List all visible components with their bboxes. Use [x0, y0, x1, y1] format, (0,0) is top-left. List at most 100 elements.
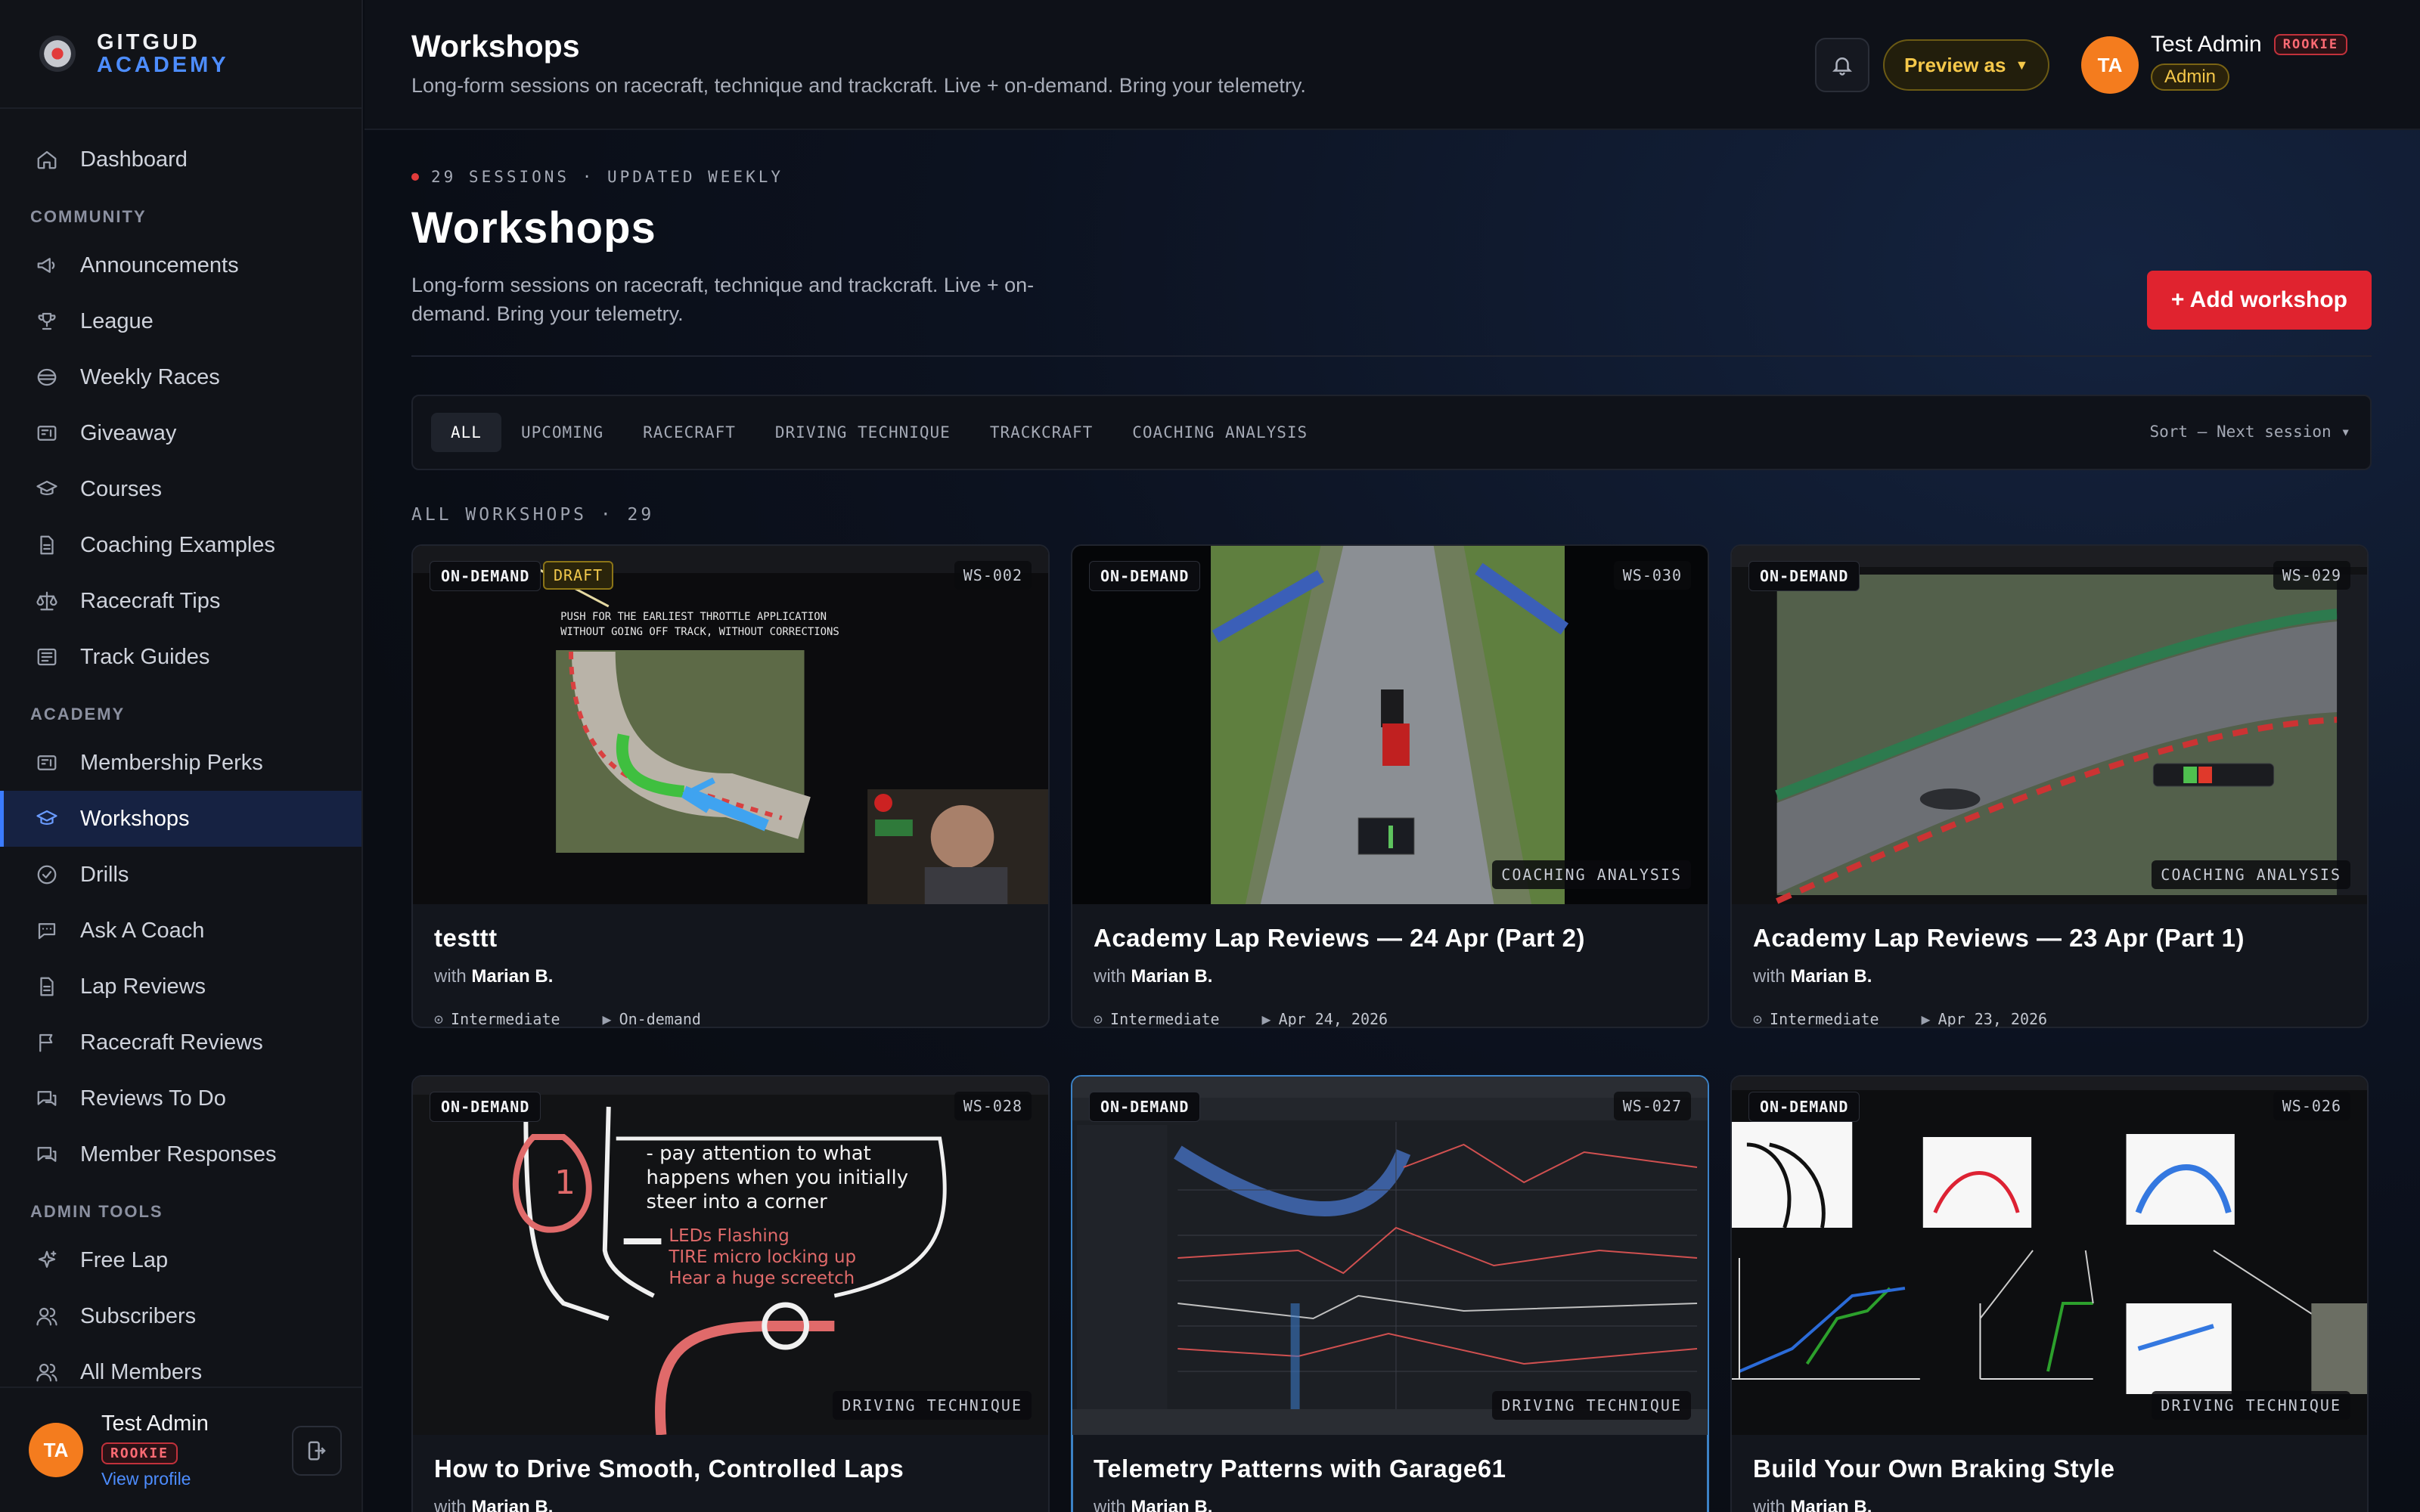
workshop-card[interactable]: ON-DEMAND WS-026 DRIVING TECHNIQUE Build Yo… [1730, 1075, 2369, 1512]
newspaper-icon [37, 648, 57, 666]
check-circle-icon [37, 865, 57, 885]
category-badge: COACHING ANALYSIS [1492, 860, 1691, 889]
disc-icon [37, 368, 57, 386]
workshop-title[interactable]: testtt [434, 924, 1027, 953]
top-bar: Workshops Long-form sessions on racecraf… [365, 0, 2420, 130]
preview-as-dropdown[interactable]: Preview as ▼ [1883, 39, 2050, 91]
host-name: Marian B. [1131, 1497, 1213, 1512]
sidebar-item-member-responses[interactable]: Member Responses [0, 1126, 361, 1182]
thumbnail-image: PUSH FOR THE EARLIEST THROTTLE APPLICATI… [413, 546, 1048, 904]
sidebar-item-racecraft-tips[interactable]: Racecraft Tips [0, 573, 361, 629]
brand[interactable]: GITGUD ACADEMY [0, 0, 361, 109]
workshop-thumbnail[interactable]: ON-DEMAND WS-030 COACHING ANALYSIS [1072, 546, 1708, 904]
section-label: ALL WORKSHOPS · 29 [411, 505, 655, 525]
thumbnail-image [1732, 1077, 2367, 1435]
filter-chip-driving-technique[interactable]: DRIVING TECHNIQUE [755, 413, 970, 452]
page-header-title: Workshops [411, 29, 580, 64]
filter-chip-upcoming[interactable]: UPCOMING [501, 413, 623, 452]
thumbnail-image [1732, 546, 2367, 904]
level-icon: ⊙ [1753, 1010, 1763, 1028]
workshop-thumbnail[interactable]: PUSH FOR THE EARLIEST THROTTLE APPLICATI… [413, 546, 1048, 904]
avatar[interactable]: TA [29, 1423, 83, 1477]
workshop-card[interactable]: 1 - pay attention to what happens when y… [411, 1075, 1050, 1512]
workshop-thumbnail[interactable]: ON-DEMAND WS-029 COACHING ANALYSIS [1732, 546, 2367, 904]
add-workshop-button[interactable]: + Add workshop [2146, 271, 2372, 330]
live-dot-icon [411, 173, 419, 181]
host-name: Marian B. [1131, 966, 1213, 987]
workshop-title[interactable]: Telemetry Patterns with Garage61 [1094, 1455, 1686, 1483]
category-badge: DRIVING TECHNIQUE [2152, 1391, 2350, 1420]
sidebar-item-reviews-to-do[interactable]: Reviews To Do [0, 1070, 361, 1126]
sessions-kicker: 29 SESSIONS · UPDATED WEEKLY [411, 168, 783, 186]
sidebar-item-dashboard[interactable]: Dashboard [0, 132, 361, 187]
svg-text:PUSH FOR THE EARLIEST THROTTLE: PUSH FOR THE EARLIEST THROTTLE APPLICATI… [560, 611, 827, 623]
trophy-icon [38, 312, 56, 330]
sidebar-item-workshops[interactable]: Workshops [0, 791, 361, 847]
header-user[interactable]: Test Admin ROOKIE Admin [2151, 32, 2348, 91]
workshop-thumbnail[interactable]: ON-DEMAND WS-027 DRIVING TECHNIQUE [1072, 1077, 1708, 1435]
sidebar-item-label: Weekly Races [80, 364, 220, 389]
workshop-code: WS-030 [1613, 561, 1691, 590]
sidebar-item-membership-perks[interactable]: Membership Perks [0, 735, 361, 791]
logout-icon [308, 1441, 326, 1461]
ticket-icon [37, 755, 57, 770]
workshop-card[interactable]: ON-DEMAND WS-027 DRIVING TECHNIQUE Telemetr… [1071, 1075, 1709, 1512]
header-user-name: Test Admin [2151, 32, 2262, 57]
workshop-title[interactable]: Build Your Own Braking Style [1753, 1455, 2346, 1483]
workshop-card[interactable]: ON-DEMAND WS-029 COACHING ANALYSIS Academy … [1730, 544, 2369, 1028]
level-label: Intermediate [1770, 1010, 1879, 1028]
mode-badge: ON-DEMAND [1748, 561, 1860, 591]
sidebar-item-courses[interactable]: Courses [0, 461, 361, 517]
messages-icon [37, 1091, 57, 1106]
sidebar-item-ask-a-coach[interactable]: Ask A Coach [0, 903, 361, 959]
filter-chip-trackcraft[interactable]: TRACKCRAFT [970, 413, 1112, 452]
category-badge: COACHING ANALYSIS [2152, 860, 2350, 889]
sidebar-item-label: Subscribers [80, 1303, 197, 1328]
sidebar-item-free-lap[interactable]: Free Lap [0, 1232, 361, 1288]
sidebar-nav: Dashboard COMMUNITY Announcements League Wee… [0, 109, 361, 1400]
sidebar-item-weekly-races[interactable]: Weekly Races [0, 349, 361, 405]
sidebar-item-drills[interactable]: Drills [0, 847, 361, 903]
sidebar-item-lap-reviews[interactable]: Lap Reviews [0, 959, 361, 1015]
filter-chip-racecraft[interactable]: RACECRAFT [623, 413, 755, 452]
play-icon: ▶ [602, 1010, 612, 1028]
users-icon [36, 1307, 57, 1326]
header-rank-badge: ROOKIE [2273, 34, 2348, 55]
sidebar-item-track-guides[interactable]: Track Guides [0, 629, 361, 685]
preview-as-label: Preview as [1904, 53, 2006, 76]
svg-text:WITHOUT GOING OFF TRACK, WITHO: WITHOUT GOING OFF TRACK, WITHOUT CORRECT… [560, 626, 839, 638]
workshop-code: WS-002 [954, 561, 1032, 590]
workshop-thumbnail[interactable]: 1 - pay attention to what happens when y… [413, 1077, 1048, 1435]
workshop-thumbnail[interactable]: ON-DEMAND WS-026 DRIVING TECHNIQUE [1732, 1077, 2367, 1435]
users-icon [36, 1363, 57, 1382]
workshop-card[interactable]: ON-DEMAND WS-030 COACHING ANALYSIS Academy … [1071, 544, 1709, 1028]
sidebar: GITGUD ACADEMY Dashboard COMMUNITY Announc… [0, 0, 363, 1512]
workshop-title[interactable]: Academy Lap Reviews — 23 Apr (Part 1) [1753, 924, 2346, 953]
page-header-subtitle: Long-form sessions on racecraft, techniq… [411, 74, 1306, 97]
sidebar-item-coaching-examples[interactable]: Coaching Examples [0, 517, 361, 573]
workshop-code: WS-029 [2273, 561, 2350, 590]
home-icon [37, 150, 57, 169]
notifications-button[interactable] [1815, 38, 1869, 92]
sidebar-item-subscribers[interactable]: Subscribers [0, 1288, 361, 1344]
nav-section-title: ADMIN TOOLS [30, 1202, 163, 1221]
view-profile-link[interactable]: View profile [101, 1469, 209, 1489]
svg-text:TIRE micro locking up: TIRE micro locking up [668, 1247, 856, 1267]
workshop-title[interactable]: Academy Lap Reviews — 24 Apr (Part 2) [1094, 924, 1686, 953]
workshop-host: with Marian B. [434, 966, 554, 987]
workshop-host: with Marian B. [1753, 1497, 2346, 1512]
sort-dropdown[interactable]: Sort — Next session ▾ [2149, 423, 2350, 441]
thumbnail-image [1072, 1077, 1708, 1435]
workshop-card[interactable]: PUSH FOR THE EARLIEST THROTTLE APPLICATI… [411, 544, 1050, 1028]
sidebar-item-racecraft-reviews[interactable]: Racecraft Reviews [0, 1015, 361, 1070]
sidebar-item-league[interactable]: League [0, 293, 361, 349]
sidebar-item-announcements[interactable]: Announcements [0, 237, 361, 293]
filter-chip-coaching-analysis[interactable]: COACHING ANALYSIS [1112, 413, 1327, 452]
filter-chip-all[interactable]: ALL [431, 413, 501, 452]
svg-text:steer into a corner: steer into a corner [647, 1191, 828, 1213]
workshop-title[interactable]: How to Drive Smooth, Controlled Laps [434, 1455, 1027, 1483]
sidebar-item-giveaway[interactable]: Giveaway [0, 405, 361, 461]
logout-button[interactable] [292, 1426, 342, 1476]
workshop-code: WS-026 [2273, 1092, 2350, 1120]
header-avatar[interactable]: TA [2081, 36, 2139, 94]
